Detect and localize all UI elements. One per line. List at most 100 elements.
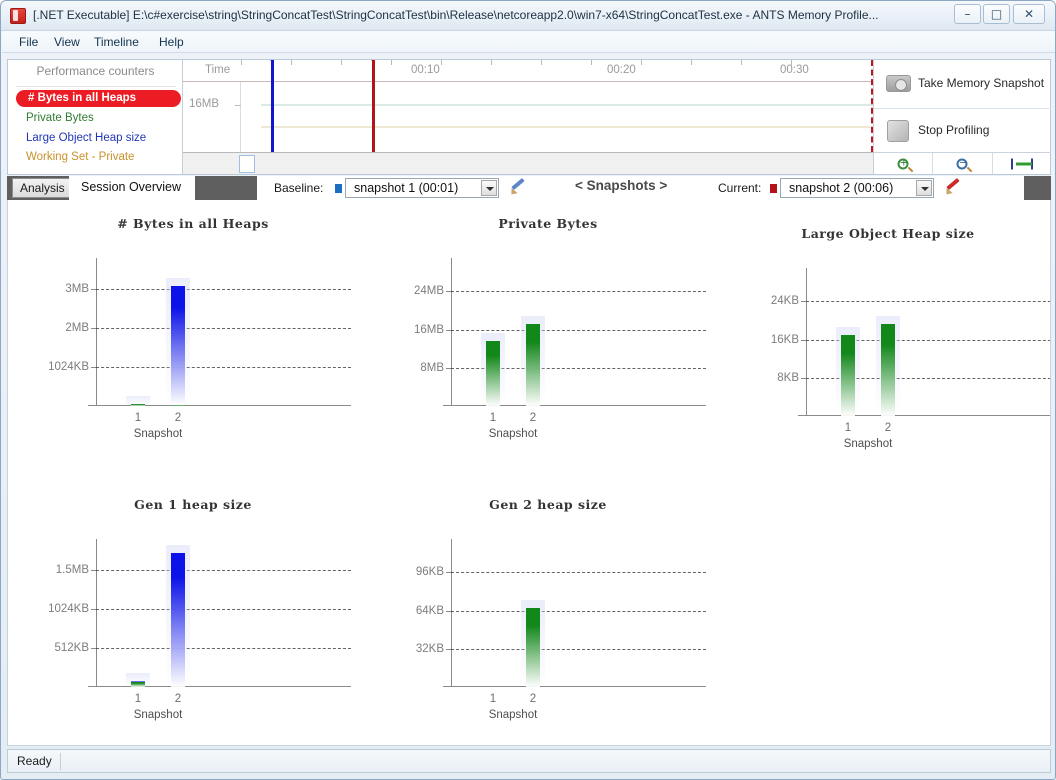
y-tick-mark [801, 301, 806, 303]
chevron-down-icon[interactable] [481, 180, 497, 196]
menu-item-help[interactable]: Help [152, 34, 191, 51]
menu-item-file[interactable]: File [12, 34, 45, 51]
gridline [451, 572, 706, 574]
current-label: Current: [718, 181, 762, 195]
bar-used-space-snapshot-1[interactable] [841, 334, 855, 416]
baseline-value: snapshot 1 (00:01) [354, 181, 459, 195]
bar-used-space-snapshot-1[interactable] [131, 682, 145, 687]
timeline-plot-area[interactable] [241, 82, 873, 152]
chart-large-object-heap-size: Large Object Heap size 8KB 16KB 24KB 1 2 Snaps… [738, 226, 1050, 456]
counter-label: Private Bytes [26, 112, 94, 124]
baseline-combobox[interactable]: snapshot 1 (00:01) [345, 178, 499, 198]
tab-bar-tail [1024, 176, 1051, 200]
x-tick-label: 1 [844, 422, 852, 434]
bar-used-space-snapshot-2[interactable] [526, 324, 540, 406]
stop-profiling-button[interactable]: Stop Profiling [874, 108, 1051, 153]
counter-item-bytes-in-all-heaps[interactable]: # Bytes in all Heaps [16, 90, 181, 107]
timeline-scroll-thumb[interactable] [239, 155, 255, 173]
take-memory-snapshot-button[interactable]: Take Memory Snapshot [874, 62, 1051, 107]
bar-used-space-snapshot-1[interactable] [131, 404, 145, 406]
y-tick-label: 24MB [413, 285, 444, 298]
timeline-current-marker[interactable] [368, 60, 378, 152]
zoom-out-icon: − [956, 157, 968, 169]
y-tick-mark [91, 570, 96, 572]
y-tick-label: 16KB [770, 333, 799, 346]
fit-width-icon [1010, 158, 1033, 169]
x-tick-label: 2 [174, 693, 182, 705]
title-bar: [.NET Executable] E:\c#exercise\string\S… [1, 1, 1055, 31]
counter-label: Working Set - Private [26, 151, 135, 163]
timeline-baseline-marker[interactable] [267, 60, 277, 152]
close-button[interactable]: ✕ [1013, 4, 1045, 24]
menu-bar: File View Timeline Help [2, 31, 1055, 53]
bar-unused-space-snapshot-1[interactable] [131, 403, 145, 405]
app-icon [10, 8, 26, 24]
x-tick-label: 2 [174, 412, 182, 424]
x-axis-title: Snapshot [488, 709, 538, 721]
snapshots-navigator[interactable]: < Snapshots > [575, 178, 667, 193]
counter-label: # Bytes in all Heaps [28, 92, 137, 104]
timeline-ruler[interactable]: Time 00:10 00:20 00:30 [183, 60, 873, 82]
edit-baseline-button[interactable] [508, 177, 527, 197]
chart-title: Large Object Heap size [801, 226, 975, 241]
maximize-icon: □ [990, 7, 1003, 21]
chart-gen-1-heap-size: Gen 1 heap size 512KB 1024KB 1.5MB 1 2 Snapsho… [28, 497, 358, 727]
zoom-out-button[interactable]: − [933, 153, 993, 174]
performance-counters-header: Performance counters [36, 64, 155, 78]
y-axis [96, 539, 97, 687]
tab-session-overview[interactable]: Session Overview [69, 176, 196, 200]
maximize-button[interactable]: □ [983, 4, 1010, 24]
close-icon: ✕ [1023, 7, 1035, 21]
edit-current-button[interactable] [943, 177, 962, 197]
current-combobox[interactable]: snapshot 2 (00:06) [780, 178, 934, 198]
counter-item-working-set-private[interactable]: Working Set - Private [16, 149, 176, 166]
y-tick-mark [801, 377, 806, 379]
zoom-in-button[interactable]: + [874, 153, 934, 174]
y-tick-label: 24KB [770, 295, 799, 308]
bar-used-space-snapshot-2[interactable] [526, 608, 540, 687]
timeline-y-axis: 16MB [183, 82, 241, 152]
take-memory-snapshot-label: Take Memory Snapshot [918, 76, 1045, 90]
timeline-scrollbar[interactable] [183, 152, 873, 174]
timeline-series-private-bytes [261, 104, 873, 106]
gridline [451, 648, 706, 650]
pencil-icon [946, 177, 960, 191]
counter-item-private-bytes[interactable]: Private Bytes [16, 110, 176, 127]
minimize-button[interactable]: – [954, 4, 981, 24]
bar-unused-space-snapshot-2[interactable] [171, 286, 185, 406]
status-text: Ready [17, 754, 52, 768]
x-axis-title: Snapshot [133, 428, 183, 440]
counters-divider [16, 86, 176, 87]
fit-width-button[interactable] [993, 153, 1051, 174]
chart-gen-2-heap-size: Gen 2 heap size 32KB 64KB 96KB 1 2 Snapshot [383, 497, 713, 727]
menu-item-timeline[interactable]: Timeline [87, 34, 146, 51]
bar-unused-space-snapshot-1[interactable] [131, 680, 145, 683]
y-tick-label: 1.5MB [55, 564, 89, 577]
y-axis [451, 258, 452, 406]
timeline-graph[interactable]: Time 00:10 00:20 00:30 16MB [183, 60, 873, 174]
menu-item-view[interactable]: View [47, 34, 87, 51]
bar-used-space-snapshot-1[interactable] [486, 341, 500, 406]
analysis-button[interactable]: Analysis [12, 178, 73, 198]
chevron-down-icon[interactable] [916, 180, 932, 196]
stop-profiling-label: Stop Profiling [918, 123, 990, 137]
baseline-color-swatch [335, 184, 342, 193]
counter-label: Large Object Heap size [26, 132, 147, 144]
gridline [96, 648, 351, 650]
bar-used-space-snapshot-2[interactable] [881, 324, 895, 416]
performance-counters-list: Performance counters # Bytes in all Heap… [8, 60, 183, 174]
y-tick-label: 1024KB [48, 361, 89, 374]
y-axis [451, 539, 452, 687]
y-tick-label: 96KB [415, 566, 444, 579]
x-tick-label: 1 [489, 412, 497, 424]
stop-icon [887, 120, 909, 142]
y-tick-label: 1024KB [48, 603, 89, 616]
y-tick-mark [446, 329, 451, 331]
timeline-time-label: Time [205, 64, 231, 76]
y-tick-mark [446, 648, 451, 650]
counter-item-large-object-heap-size[interactable]: Large Object Heap size [16, 130, 176, 147]
y-tick-label: 3MB [65, 283, 89, 296]
bar-unused-space-snapshot-2[interactable] [171, 552, 185, 687]
bar-used-space-snapshot-2[interactable] [171, 405, 185, 406]
y-tick-mark [446, 367, 451, 369]
